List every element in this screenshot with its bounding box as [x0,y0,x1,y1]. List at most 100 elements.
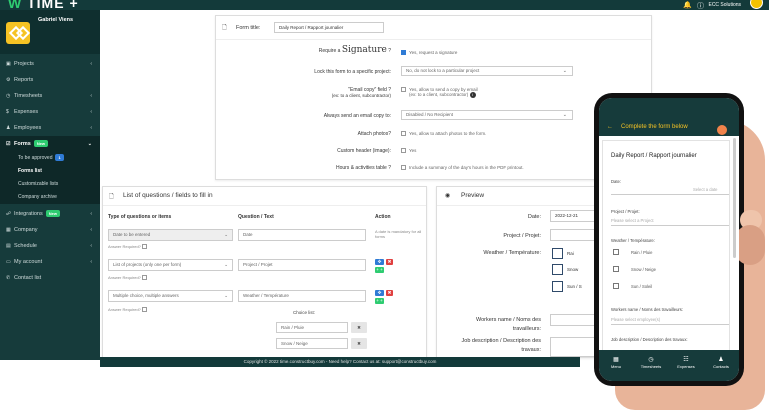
sidebar-item-schedule[interactable]: ▤ Schedule ‹ [0,238,100,254]
sidebar-item-contact-list[interactable]: ✆ Contact list [0,270,100,286]
move-button[interactable]: ✥ [375,290,384,296]
chevron-down-icon: ⌄ [224,262,228,267]
sidebar-item-reports[interactable]: ⚙ Reports [0,72,100,88]
clock-icon: ◷ [648,357,654,363]
checkbox[interactable] [401,131,406,137]
bell-icon[interactable]: 🔔 [683,1,692,9]
info-icon[interactable]: ⓘ [697,1,704,11]
phone-date-label: Date: [611,179,622,184]
always-send-select[interactable]: Disabled / No Recipient ⌄ [401,110,573,120]
add-button[interactable]: + + [375,267,384,273]
hand-finger [735,225,765,265]
choice-input[interactable]: Snow / Neige [276,338,348,349]
checkbox[interactable] [142,244,148,250]
choice-list-label: Choice list: [293,310,316,315]
chevron-left-icon: ‹ [90,211,92,217]
file-icon: 🗋 [222,25,227,31]
lock-project-label: Lock this form to a specific project: [314,69,391,75]
answer-required-label: Answer Required? [108,244,150,250]
checkbox[interactable] [142,275,148,281]
question-text-input[interactable]: Project / Projet [238,259,366,271]
phone-weather-option: Sun / Soleil [631,284,653,289]
preview-weather-label: Weather / Température: [483,250,541,256]
sidebar-item-employees[interactable]: ♟ Employees ‹ [0,120,100,136]
phone-job-label: Job description / Description des travau… [611,337,688,342]
preview-card: ◉ Preview Date: 2022-12-21 Project / Pro… [436,186,602,358]
phone-icon: ✆ [6,275,11,281]
phone-weather-label: Weather / Température: [611,238,655,243]
email-copy-label: "Email copy" field ? (ex: to a client, su… [331,87,391,98]
info-icon[interactable]: i [469,92,476,99]
phone-form: Daily Report / Rapport journalier Date: … [602,140,730,375]
attach-photos-option[interactable]: Yes, allow to attach photos to the form. [401,131,486,137]
question-type-select[interactable]: Date to be entered ⌄ [108,229,233,241]
checkbox[interactable] [401,87,406,93]
grid-icon: ▦ [613,357,619,363]
avatar-icon[interactable] [717,125,727,135]
delete-button[interactable]: ✖ [386,259,393,265]
sidebar-item-my-account[interactable]: ▭ My account ‹ [0,254,100,270]
clock-icon: ◷ [6,93,11,99]
hours-table-option[interactable]: Include a summary of the day's hours in … [401,165,524,171]
preview-title: Preview [461,192,485,199]
sidebar-item-timesheets[interactable]: ◷ Timesheets ‹ [0,88,100,104]
sidebar-item-projects[interactable]: ▣ Projects ‹ [0,56,100,72]
phone-workers-select[interactable]: Please select employee(s) [611,317,660,322]
phone-form-title: Daily Report / Rapport journalier [611,153,697,159]
top-bar: W TIME + 🔔 ⓘ ECC Solutions [0,0,769,11]
phone-scrollbar[interactable] [733,138,736,258]
phone-nav-menu[interactable]: ▦ Menu [601,356,631,369]
move-button[interactable]: ✥ [375,259,384,265]
choice-input[interactable]: Rain / Pluie [276,322,348,333]
back-arrow-icon[interactable]: ← [607,124,613,130]
phone-weather-option: Snow / Neige [631,267,656,272]
phone-weather-checkbox[interactable] [613,249,619,255]
sidebar-item-company[interactable]: ▦ Company ‹ [0,222,100,238]
weather-checkbox[interactable] [552,248,563,259]
weather-option: Rai [567,251,574,256]
email-copy-option[interactable]: Yes, allow to send a copy by email (ex: t… [401,87,478,99]
sidebar-item-integrations[interactable]: ☍ Integrations New ‹ [0,206,100,222]
chevron-down-icon: ⌄ [562,68,567,74]
phone-date-input[interactable]: Select a date [693,187,717,192]
phone-nav-contacts[interactable]: ♟ Contacts [706,356,736,369]
remove-choice-button[interactable]: ✖ [351,322,367,333]
checkbox[interactable] [142,307,148,313]
question-text-input[interactable]: Date [238,229,366,241]
checkbox[interactable] [401,148,406,154]
avatar[interactable] [750,0,763,9]
require-signature-option[interactable]: Yes, request a signature [401,50,457,56]
sidebar-subitem-to-be-approved[interactable]: To be approved 1 [0,152,100,165]
form-title-input[interactable]: Daily Report / Rapport journalier [274,22,384,33]
phone-nav-timesheets[interactable]: ◷ Timesheets [636,356,666,369]
weather-checkbox[interactable] [552,264,563,275]
custom-header-option[interactable]: Yes [401,148,416,154]
delete-button[interactable]: ✖ [386,290,393,296]
sidebar-item-expenses[interactable]: $ Expenses ‹ [0,104,100,120]
chevron-left-icon: ‹ [90,109,92,115]
user-label[interactable]: ECC Solutions [708,2,741,8]
card-icon: ▭ [6,259,11,265]
question-type-select[interactable]: Multiple choice, multiple answers ⌄ [108,290,233,302]
phone-project-select[interactable]: Please select a Project [611,218,654,223]
phone-workers-label: Workers name / Noms des travailleurs: [611,307,684,312]
phone-nav-expenses[interactable]: ☷ Expenses [671,356,701,369]
question-text-input[interactable]: Weather / Température [238,290,366,302]
checkbox[interactable] [401,50,406,56]
hours-table-label: Hours & activities table ? [335,165,391,171]
preview-date-label: Date: [527,214,541,220]
sidebar-item-forms[interactable]: ☑ Forms New ⌄ [0,136,100,152]
weather-checkbox[interactable] [552,281,563,292]
user-name: Gabriel Viens [38,17,74,23]
question-type-select[interactable]: List of projects (only one per form) ⌄ [108,259,233,271]
remove-choice-button[interactable]: ✖ [351,338,367,349]
sidebar-subitem-customizable-lists[interactable]: Customizable lists [0,178,100,191]
add-button[interactable]: + + [375,298,384,304]
sidebar-subitem-company-archive[interactable]: Company archive [0,191,100,204]
checkbox[interactable] [401,165,406,171]
lock-project-select[interactable]: No, do not lock to a particular project ⌄ [401,66,573,76]
sidebar-subitem-forms-list[interactable]: Forms list [0,165,100,178]
phone-weather-checkbox[interactable] [613,283,619,289]
phone-bottom-nav: ▦ Menu ◷ Timesheets ☷ Expenses ♟ Contacts [599,350,739,381]
phone-weather-checkbox[interactable] [613,266,619,272]
